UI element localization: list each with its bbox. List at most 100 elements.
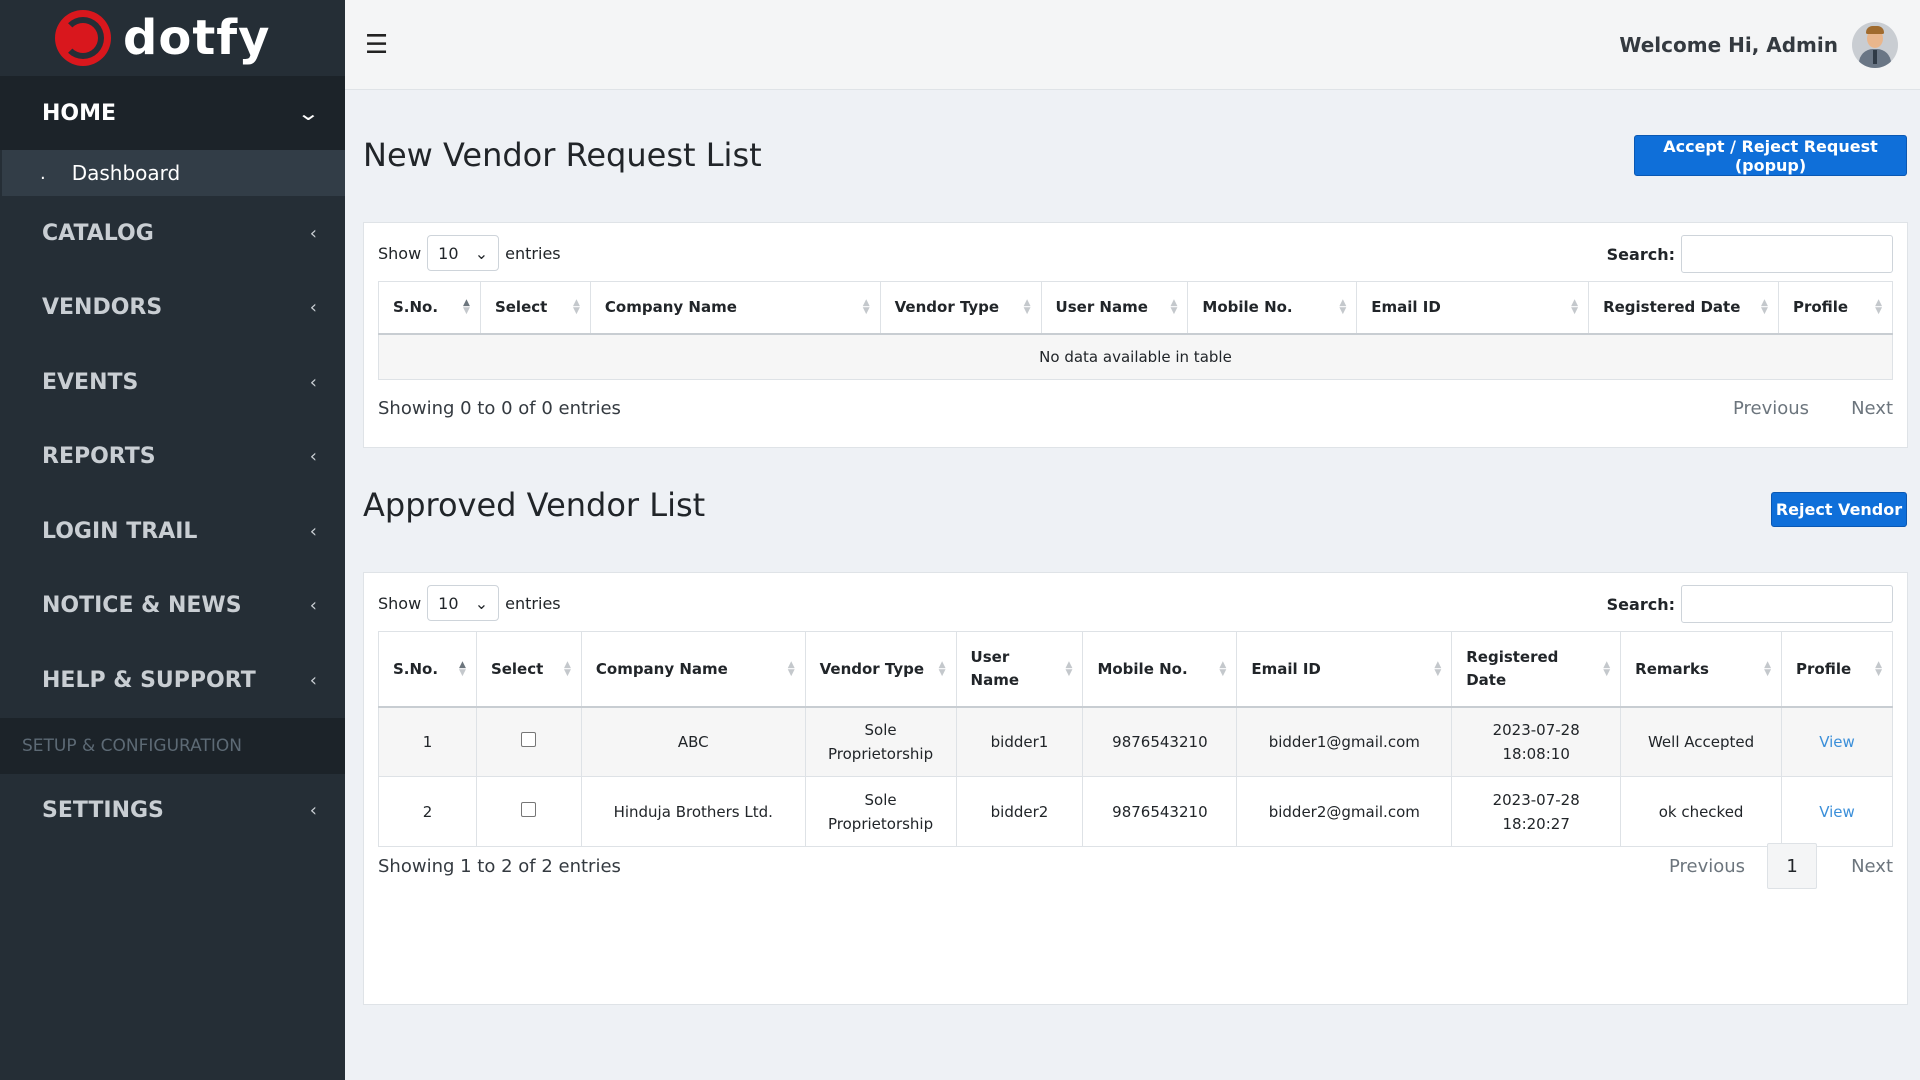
column-header-mobile[interactable]: Mobile No. ▲ ▼ bbox=[1187, 281, 1358, 335]
sidebar-item-label: CATALOG bbox=[42, 220, 154, 246]
show-label: Show bbox=[378, 243, 422, 263]
request-list-title: New Vendor Request List bbox=[363, 136, 762, 174]
column-header-sno[interactable]: S.No. ▲ ▼ bbox=[378, 631, 477, 708]
next-page-button[interactable]: Next bbox=[1851, 856, 1893, 877]
user-menu[interactable]: Welcome Hi, Admin bbox=[1619, 21, 1898, 68]
column-header-vendor-type[interactable]: Vendor Type ▲ ▼ bbox=[879, 281, 1042, 335]
avatar[interactable] bbox=[1852, 21, 1898, 68]
chevron-left-icon: ‹ bbox=[309, 800, 317, 822]
page-button-1[interactable]: 1 bbox=[1767, 843, 1818, 889]
entries-label: entries bbox=[505, 593, 561, 613]
cell-sno: 1 bbox=[378, 706, 477, 777]
search-box: Search: bbox=[1607, 585, 1893, 623]
cell-user-name: bidder1 bbox=[955, 706, 1084, 777]
column-header-select[interactable]: Select ▲ ▼ bbox=[479, 281, 591, 335]
chevron-left-icon: ‹ bbox=[309, 222, 317, 244]
chevron-left-icon: ‹ bbox=[309, 669, 317, 691]
search-input[interactable] bbox=[1681, 235, 1893, 273]
hamburger-menu-icon[interactable]: ☰ bbox=[365, 30, 388, 60]
cell-remarks: ok checked bbox=[1620, 776, 1782, 847]
column-header-profile[interactable]: Profile ▲ ▼ bbox=[1781, 631, 1893, 708]
sidebar-subitem-dashboard[interactable]: . Dashboard bbox=[2, 150, 345, 196]
chevron-down-icon: ⌄ bbox=[474, 243, 489, 263]
sidebar-item-label: LOGIN TRAIL bbox=[42, 518, 198, 544]
sidebar-item-catalog[interactable]: CATALOG ‹ bbox=[0, 196, 345, 271]
view-profile-link[interactable]: View bbox=[1819, 803, 1855, 821]
entries-select[interactable]: 10 ⌄ bbox=[427, 235, 500, 271]
sidebar: dotfy HOME ⌄ . Dashboard CATALOG ‹ VENDO… bbox=[0, 0, 345, 1080]
column-header-registered-date[interactable]: Registered Date ▲ ▼ bbox=[1451, 631, 1622, 708]
cell-company: Hinduja Brothers Ltd. bbox=[580, 776, 806, 847]
cell-select bbox=[475, 706, 582, 777]
sidebar-item-label: SETTINGS bbox=[42, 798, 164, 824]
approved-table: S.No. ▲ ▼ Select ▲ ▼ Company Name ▲ ▼ Vendor T… bbox=[378, 631, 1893, 847]
entries-select[interactable]: 10 ⌄ bbox=[427, 585, 500, 621]
chevron-down-icon: ⌄ bbox=[296, 101, 321, 125]
sidebar-item-label: EVENTS bbox=[42, 369, 139, 395]
previous-page-button[interactable]: Previous bbox=[1733, 398, 1809, 419]
accept-reject-request-button[interactable]: Accept / Reject Request (popup) bbox=[1634, 135, 1907, 176]
search-label: Search: bbox=[1606, 594, 1675, 614]
cell-select bbox=[475, 776, 582, 847]
sidebar-item-help-support[interactable]: HELP & SUPPORT ‹ bbox=[0, 643, 345, 718]
next-page-button[interactable]: Next bbox=[1851, 398, 1893, 419]
top-bar: ☰ Welcome Hi, Admin bbox=[345, 0, 1920, 90]
sidebar-item-vendors[interactable]: VENDORS ‹ bbox=[0, 271, 345, 346]
cell-profile: View bbox=[1781, 776, 1893, 847]
chevron-left-icon: ‹ bbox=[309, 520, 317, 542]
column-header-sno[interactable]: S.No. ▲ ▼ bbox=[378, 281, 481, 335]
cell-vendor-type: Sole Proprietorship bbox=[804, 776, 957, 847]
sidebar-item-events[interactable]: EVENTS ‹ bbox=[0, 345, 345, 420]
column-header-company-name[interactable]: Company Name ▲ ▼ bbox=[589, 281, 881, 335]
chevron-left-icon: ‹ bbox=[309, 371, 317, 393]
approved-list-title: Approved Vendor List bbox=[363, 486, 706, 524]
sidebar-item-home[interactable]: HOME ⌄ bbox=[0, 76, 345, 150]
show-label: Show bbox=[378, 593, 422, 613]
chevron-left-icon: ‹ bbox=[309, 446, 317, 468]
row-select-checkbox[interactable] bbox=[521, 731, 537, 747]
row-select-checkbox[interactable] bbox=[521, 801, 537, 817]
chevron-down-icon: ⌄ bbox=[474, 593, 489, 613]
table-info: Showing 0 to 0 of 0 entries bbox=[378, 398, 621, 419]
column-header-profile[interactable]: Profile ▲ ▼ bbox=[1777, 281, 1894, 335]
reject-vendor-button[interactable]: Reject Vendor bbox=[1771, 492, 1907, 527]
column-header-company-name[interactable]: Company Name ▲ ▼ bbox=[580, 631, 806, 708]
search-input[interactable] bbox=[1681, 585, 1893, 623]
column-header-user-name[interactable]: User Name ▲ ▼ bbox=[955, 631, 1084, 708]
entries-length: Show 10 ⌄ entries bbox=[378, 585, 561, 621]
view-profile-link[interactable]: View bbox=[1819, 733, 1855, 751]
column-header-remarks[interactable]: Remarks ▲ ▼ bbox=[1620, 631, 1782, 708]
cell-email: bidder2@gmail.com bbox=[1236, 776, 1453, 847]
sidebar-item-reports[interactable]: REPORTS ‹ bbox=[0, 420, 345, 495]
cell-mobile: 9876543210 bbox=[1082, 706, 1238, 777]
column-header-email[interactable]: Email ID ▲ ▼ bbox=[1236, 631, 1453, 708]
cell-profile: View bbox=[1781, 706, 1893, 777]
empty-table-message: No data available in table bbox=[378, 333, 1893, 380]
chevron-left-icon: ‹ bbox=[309, 297, 317, 319]
sidebar-item-settings[interactable]: SETTINGS ‹ bbox=[0, 774, 345, 849]
chevron-left-icon: ‹ bbox=[309, 595, 317, 617]
sidebar-item-notice-news[interactable]: NOTICE & NEWS ‹ bbox=[0, 569, 345, 644]
column-header-mobile[interactable]: Mobile No. ▲ ▼ bbox=[1082, 631, 1238, 708]
previous-page-button[interactable]: Previous bbox=[1669, 856, 1745, 877]
cell-vendor-type: Sole Proprietorship bbox=[804, 706, 957, 777]
brand-name: dotfy bbox=[123, 10, 271, 66]
column-header-user-name[interactable]: User Name ▲ ▼ bbox=[1040, 281, 1189, 335]
search-box: Search: bbox=[1607, 235, 1893, 273]
bullet-icon: . bbox=[40, 162, 46, 184]
column-header-email[interactable]: Email ID ▲ ▼ bbox=[1356, 281, 1590, 335]
pagination: Previous 1 Next bbox=[1639, 843, 1893, 889]
sidebar-item-login-trail[interactable]: LOGIN TRAIL ‹ bbox=[0, 494, 345, 569]
column-header-vendor-type[interactable]: Vendor Type ▲ ▼ bbox=[804, 631, 957, 708]
logo[interactable]: dotfy bbox=[0, 0, 345, 76]
cell-company: ABC bbox=[580, 706, 806, 777]
cell-registered-date: 2023-07-28 18:08:10 bbox=[1451, 706, 1622, 777]
sidebar-subitem-label: Dashboard bbox=[71, 161, 181, 185]
column-header-registered-date[interactable]: Registered Date ▲ ▼ bbox=[1588, 281, 1779, 335]
table-info: Showing 1 to 2 of 2 entries bbox=[378, 856, 621, 877]
entries-value: 10 bbox=[438, 593, 459, 613]
welcome-text: Welcome Hi, Admin bbox=[1619, 32, 1838, 57]
entries-value: 10 bbox=[438, 243, 459, 263]
cell-user-name: bidder2 bbox=[955, 776, 1084, 847]
column-header-select[interactable]: Select ▲ ▼ bbox=[475, 631, 582, 708]
